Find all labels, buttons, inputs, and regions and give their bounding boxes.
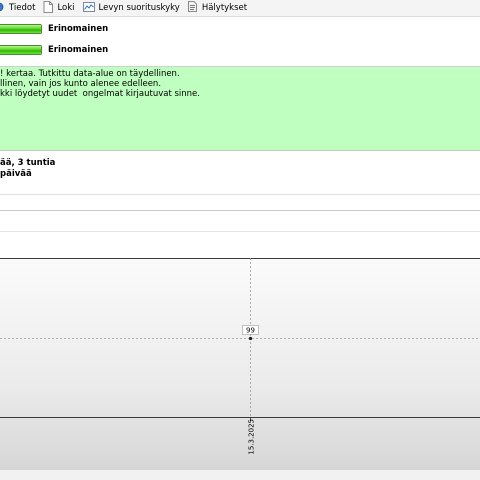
log-document-icon xyxy=(43,0,54,16)
app-window: Tiedot Loki Levyn suorituskyky Hälytykse… xyxy=(0,0,480,480)
tab-loki-label: Loki xyxy=(57,3,75,13)
tab-levyn-suorituskyky-label: Levyn suorituskyky xyxy=(98,3,180,13)
tab-tiedot-label: Tiedot xyxy=(9,3,36,13)
message-line: llinen, vain jos kunto alenee edelleen. xyxy=(0,79,162,89)
toolbar: Tiedot Loki Levyn suorituskyky Hälytykse… xyxy=(0,0,480,17)
tab-tiedot[interactable]: Tiedot xyxy=(0,0,35,17)
status-message-box: ! kertaa. Tutkittu data-alue on täydelli… xyxy=(0,67,480,151)
status-row: Erinomainen xyxy=(0,42,480,58)
duration-info: ää, 3 tuntia päivää xyxy=(0,151,480,195)
tab-halytykset[interactable]: Hälytykset xyxy=(187,0,248,17)
performance-bar xyxy=(0,45,42,55)
chart-footer xyxy=(0,470,480,480)
performance-status-label: Erinomainen xyxy=(48,45,109,55)
health-chart: 99 15.3.2025 xyxy=(0,258,480,470)
tab-levyn-suorituskyky[interactable]: Levyn suorituskyky xyxy=(82,0,180,17)
performance-chart-icon xyxy=(82,1,95,15)
chart-plot: 99 15.3.2025 xyxy=(0,258,480,455)
message-line: ! kertaa. Tutkittu data-alue on täydelli… xyxy=(0,69,180,79)
performance-bar-fill xyxy=(0,46,41,54)
message-line: kki löydetyt uudet ongelmat kirjautuvat … xyxy=(0,89,200,99)
status-row: Erinomainen xyxy=(0,21,480,37)
empty-row xyxy=(0,195,480,210)
health-status-label: Erinomainen xyxy=(48,24,109,34)
empty-row xyxy=(0,232,480,258)
info-icon xyxy=(0,2,5,15)
chart-x-tick-label: 15.3.2025 xyxy=(248,419,256,455)
estimated-lifetime: päivää xyxy=(0,169,32,179)
chart-data-label: 99 xyxy=(246,327,255,335)
tab-halytykset-label: Hälytykset xyxy=(201,3,248,13)
power-on-time: ää, 3 tuntia xyxy=(0,158,56,168)
alerts-icon xyxy=(187,1,198,15)
empty-row xyxy=(0,210,480,232)
status-panel: Erinomainen Erinomainen xyxy=(0,17,480,67)
tab-loki[interactable]: Loki xyxy=(43,0,75,17)
chart-data-point xyxy=(248,336,253,341)
health-bar-fill xyxy=(0,25,41,33)
health-bar xyxy=(0,24,42,34)
